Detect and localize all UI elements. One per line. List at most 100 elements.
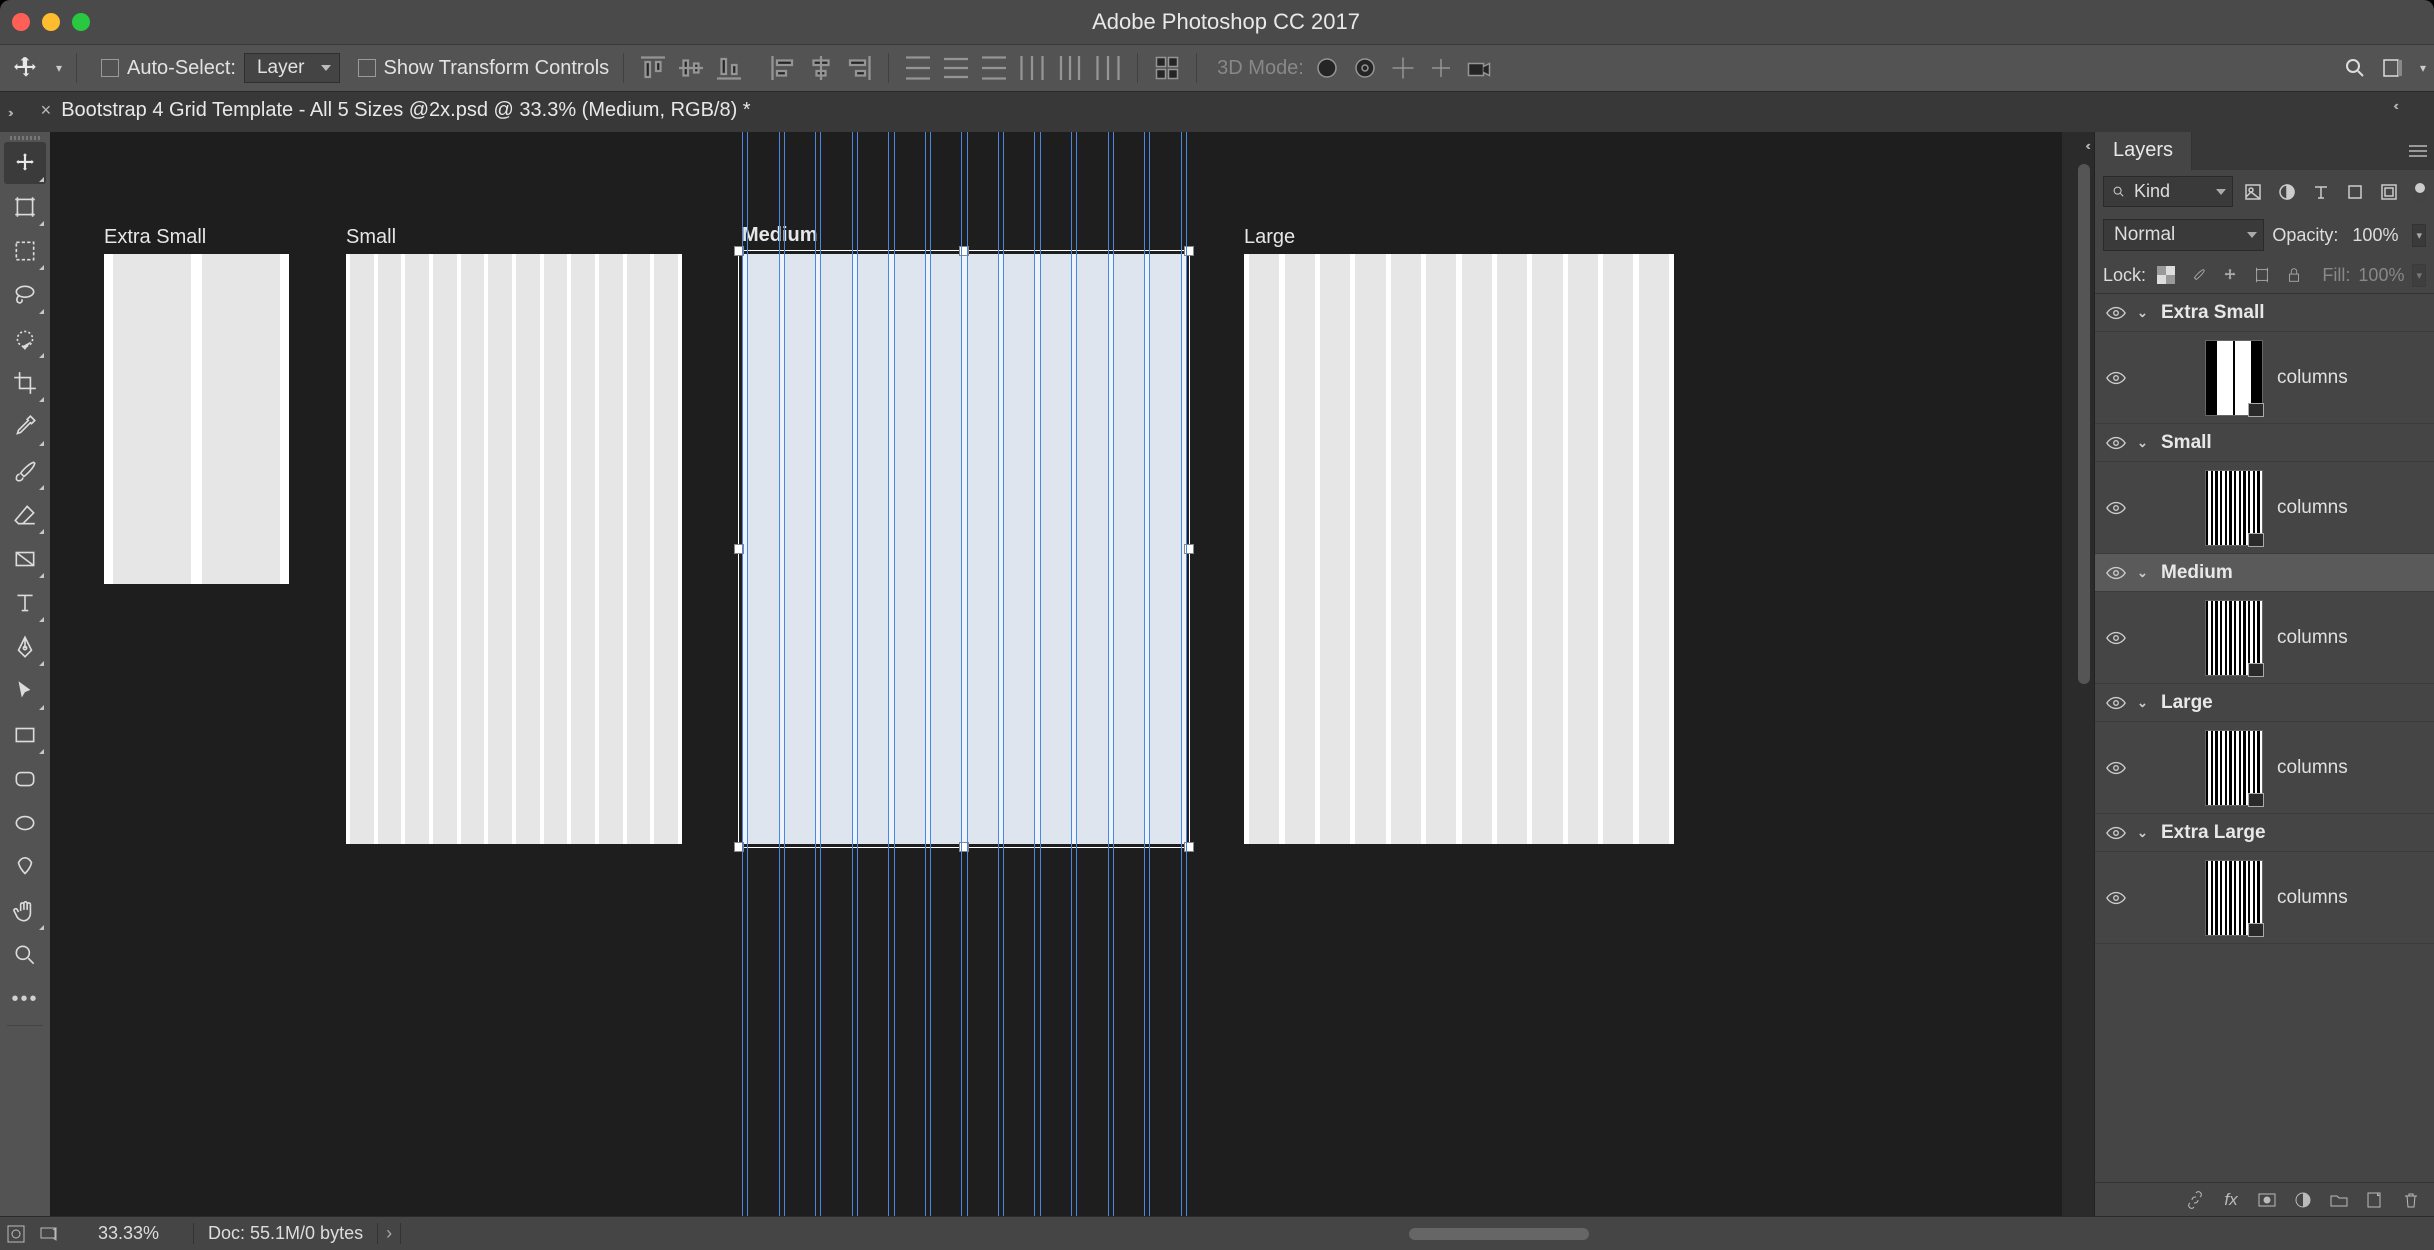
ellipse-tool[interactable]: [4, 802, 46, 844]
layer-group-row[interactable]: ⌄ Small: [2095, 424, 2434, 462]
distribute-hcenter-icon[interactable]: [1055, 53, 1085, 83]
zoom-level[interactable]: 33.33%: [64, 1223, 194, 1244]
guide-vertical[interactable]: [852, 132, 853, 1216]
visibility-toggle-icon[interactable]: [2105, 761, 2127, 775]
lock-artboard-icon[interactable]: [2250, 263, 2274, 287]
artboard-tool[interactable]: [4, 186, 46, 228]
path-selection-tool[interactable]: [4, 670, 46, 712]
move-tool[interactable]: [4, 142, 46, 184]
rectangular-marquee-tool[interactable]: [4, 230, 46, 272]
align-right-edges-icon[interactable]: [844, 53, 874, 83]
artboard-label-lg[interactable]: Large: [1244, 226, 1295, 249]
guide-vertical[interactable]: [961, 132, 962, 1216]
panel-menu-icon[interactable]: [2402, 132, 2434, 170]
artboard-label-xs[interactable]: Extra Small: [104, 226, 206, 249]
fill-value[interactable]: 100%: [2358, 265, 2404, 286]
canvas[interactable]: Extra Small Small Medium Large: [50, 132, 2094, 1216]
auto-align-icon[interactable]: [1152, 53, 1182, 83]
gradient-tool[interactable]: [4, 538, 46, 580]
align-horizontal-centers-icon[interactable]: [806, 53, 836, 83]
expand-panels-icon[interactable]: ››: [8, 105, 11, 120]
guide-vertical[interactable]: [1144, 132, 1145, 1216]
disclosure-triangle-icon[interactable]: ⌄: [2137, 305, 2151, 321]
auto-select-target-dropdown[interactable]: Layer: [244, 53, 340, 83]
disclosure-triangle-icon[interactable]: ⌄: [2137, 695, 2151, 711]
horizontal-scrollbar-thumb[interactable]: [1409, 1228, 1589, 1240]
adjustment-layer-icon[interactable]: [2292, 1189, 2314, 1211]
layer-thumbnail[interactable]: [2205, 340, 2263, 416]
guide-vertical[interactable]: [967, 132, 968, 1216]
artboard-lg[interactable]: [1244, 254, 1674, 844]
guide-vertical[interactable]: [925, 132, 926, 1216]
align-top-edges-icon[interactable]: [638, 53, 668, 83]
guide-vertical[interactable]: [1071, 132, 1072, 1216]
guide-vertical[interactable]: [1040, 132, 1041, 1216]
layer-row[interactable]: columns: [2095, 852, 2434, 944]
filter-shape-icon[interactable]: [2341, 178, 2369, 206]
guide-vertical[interactable]: [1181, 132, 1182, 1216]
custom-shape-tool[interactable]: [4, 846, 46, 888]
blend-mode-dropdown[interactable]: Normal: [2103, 219, 2264, 251]
artboard-sm[interactable]: [346, 254, 682, 844]
layer-group-row[interactable]: ⌄ Extra Small: [2095, 294, 2434, 332]
visibility-toggle-icon[interactable]: [2105, 566, 2127, 580]
lock-position-icon[interactable]: [2218, 263, 2242, 287]
new-group-icon[interactable]: [2328, 1189, 2350, 1211]
distribute-top-icon[interactable]: [903, 53, 933, 83]
opacity-chevron-icon[interactable]: ▾: [2412, 224, 2426, 247]
lasso-tool[interactable]: [4, 274, 46, 316]
layer-thumbnail[interactable]: [2205, 730, 2263, 806]
eyedropper-tool[interactable]: [4, 406, 46, 448]
zoom-tool[interactable]: [4, 934, 46, 976]
distribute-right-icon[interactable]: [1093, 53, 1123, 83]
edit-toolbar-button[interactable]: •••: [4, 978, 46, 1020]
workspace-chevron-icon[interactable]: ▾: [2420, 61, 2426, 75]
fill-chevron-icon[interactable]: ▾: [2412, 264, 2426, 287]
panel-grip-icon[interactable]: [10, 136, 40, 140]
layer-row[interactable]: columns: [2095, 332, 2434, 424]
collapse-panels-icon[interactable]: ‹‹: [2393, 98, 2396, 113]
screen-mode-icon[interactable]: [35, 1221, 61, 1247]
brush-tool[interactable]: [4, 450, 46, 492]
guide-vertical[interactable]: [747, 132, 748, 1216]
align-left-edges-icon[interactable]: [768, 53, 798, 83]
workspace-switcher-icon[interactable]: [2378, 53, 2408, 83]
guide-vertical[interactable]: [894, 132, 895, 1216]
type-tool[interactable]: [4, 582, 46, 624]
tool-preset-chevron-icon[interactable]: ▾: [56, 61, 62, 75]
tab-layers[interactable]: Layers: [2095, 132, 2192, 170]
filter-pixel-icon[interactable]: [2239, 178, 2267, 206]
auto-select-checkbox[interactable]: Auto-Select:: [101, 57, 236, 80]
guide-vertical[interactable]: [1149, 132, 1150, 1216]
doc-info-expand-icon[interactable]: ›: [377, 1223, 401, 1244]
eraser-tool[interactable]: [4, 494, 46, 536]
rectangle-tool[interactable]: [4, 714, 46, 756]
search-icon[interactable]: [2340, 53, 2370, 83]
guide-vertical[interactable]: [1113, 132, 1114, 1216]
artboard-label-sm[interactable]: Small: [346, 226, 396, 249]
visibility-toggle-icon[interactable]: [2105, 631, 2127, 645]
disclosure-triangle-icon[interactable]: ⌄: [2137, 565, 2151, 581]
pen-tool[interactable]: [4, 626, 46, 668]
artboard-label-md[interactable]: Medium: [742, 224, 818, 247]
guide-vertical[interactable]: [1076, 132, 1077, 1216]
guide-vertical[interactable]: [779, 132, 780, 1216]
guide-vertical[interactable]: [930, 132, 931, 1216]
zoom-window-button[interactable]: [72, 13, 90, 31]
layer-thumbnail[interactable]: [2205, 470, 2263, 546]
layer-mask-icon[interactable]: [2256, 1189, 2278, 1211]
layer-filter-kind-dropdown[interactable]: Kind: [2103, 176, 2233, 207]
hand-tool[interactable]: [4, 890, 46, 932]
distribute-bottom-icon[interactable]: [979, 53, 1009, 83]
layer-group-row[interactable]: ⌄ Large: [2095, 684, 2434, 722]
filter-type-icon[interactable]: [2307, 178, 2335, 206]
distribute-vcenter-icon[interactable]: [941, 53, 971, 83]
document-info[interactable]: Doc: 55.1M/0 bytes: [194, 1223, 377, 1244]
visibility-toggle-icon[interactable]: [2105, 826, 2127, 840]
visibility-toggle-icon[interactable]: [2105, 891, 2127, 905]
transform-bounding-box[interactable]: [738, 250, 1190, 848]
layer-row[interactable]: columns: [2095, 722, 2434, 814]
close-window-button[interactable]: [12, 13, 30, 31]
link-layers-icon[interactable]: [2184, 1189, 2206, 1211]
guide-vertical[interactable]: [998, 132, 999, 1216]
